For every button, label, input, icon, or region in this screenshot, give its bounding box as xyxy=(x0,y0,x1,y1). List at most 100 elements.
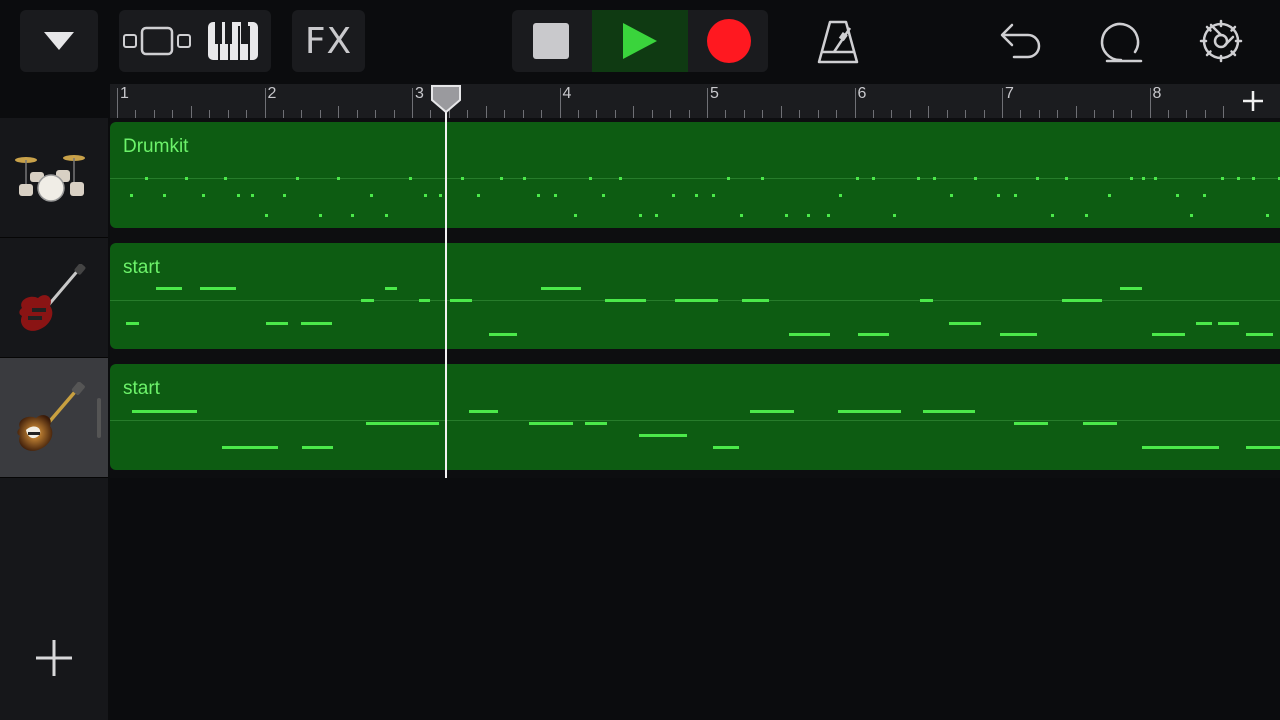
midi-note xyxy=(639,434,687,437)
region-guitar[interactable]: start xyxy=(110,243,1280,349)
ruler-tick xyxy=(1057,110,1059,118)
midi-note xyxy=(750,410,794,413)
region-label: Drumkit xyxy=(123,136,189,157)
undo-button[interactable] xyxy=(994,14,1046,68)
midi-note xyxy=(726,177,730,180)
track-header-bass[interactable] xyxy=(0,358,108,478)
midi-note xyxy=(893,214,897,217)
add-track-button[interactable] xyxy=(32,638,76,678)
midi-note xyxy=(761,177,765,180)
midi-note xyxy=(489,333,518,336)
ruler-tick xyxy=(522,110,524,118)
midi-note xyxy=(672,194,676,197)
bar-number: 5 xyxy=(710,85,719,102)
region-drums[interactable]: Drumkit xyxy=(110,122,1280,228)
ruler-tick xyxy=(264,88,266,118)
record-button[interactable] xyxy=(690,10,768,72)
ruler-tick xyxy=(541,110,543,118)
midi-note xyxy=(1035,177,1039,180)
midi-note xyxy=(618,177,622,180)
midi-note xyxy=(476,194,480,197)
midi-note xyxy=(554,194,558,197)
track-lanes: Drumkit start start xyxy=(110,118,1280,478)
track-lane-drums: Drumkit xyxy=(110,118,1280,238)
settings-button[interactable] xyxy=(1194,14,1248,68)
midi-note xyxy=(1142,446,1220,449)
ruler-tick xyxy=(1020,110,1022,118)
midi-note xyxy=(384,214,388,217)
midi-note xyxy=(1014,194,1018,197)
ruler-tick xyxy=(1167,110,1169,118)
midi-note xyxy=(460,177,464,180)
midi-note xyxy=(1000,333,1037,336)
region-label: start xyxy=(123,378,160,399)
ruler-tick xyxy=(909,110,911,118)
timeline-ruler[interactable]: 1 2 3 4 5 6 7 8 xyxy=(110,84,1226,118)
midi-note xyxy=(949,322,982,325)
metronome-button[interactable] xyxy=(812,14,864,68)
ruler-tick xyxy=(338,106,340,118)
midi-note xyxy=(222,446,279,449)
plus-icon xyxy=(36,640,72,676)
metronome-icon xyxy=(817,20,859,64)
ruler-tick xyxy=(651,110,653,118)
region-label: start xyxy=(123,257,160,278)
bar-number: 3 xyxy=(415,85,424,102)
midi-note xyxy=(540,287,582,290)
region-bass[interactable]: start xyxy=(110,364,1280,470)
midi-note xyxy=(500,177,504,180)
ruler-tick xyxy=(1075,106,1077,118)
ruler-tick xyxy=(1112,110,1114,118)
ruler-tick xyxy=(559,88,561,118)
ruler-tick xyxy=(891,110,893,118)
track-header-resize-handle[interactable] xyxy=(97,398,101,438)
midi-note xyxy=(741,299,769,302)
ruler-tick xyxy=(817,110,819,118)
loop-button[interactable] xyxy=(1094,14,1148,68)
track-lane-guitar: start xyxy=(110,238,1280,358)
track-header-drums[interactable] xyxy=(0,118,108,238)
add-section-button[interactable] xyxy=(1226,84,1280,118)
fx-button[interactable]: FX xyxy=(292,10,365,72)
midi-note xyxy=(350,214,354,217)
midi-note xyxy=(974,177,978,180)
midi-note xyxy=(266,322,288,325)
midi-note xyxy=(144,177,148,180)
dropdown-arrow-icon xyxy=(44,32,74,50)
ruler-tick xyxy=(1002,88,1003,118)
keyboard-button[interactable] xyxy=(195,10,271,72)
transport-controls xyxy=(512,10,768,72)
play-button[interactable] xyxy=(592,10,688,72)
ruler-tick xyxy=(153,110,155,118)
electric-guitar-icon xyxy=(19,264,86,331)
midi-note xyxy=(132,410,197,413)
stop-button[interactable] xyxy=(512,10,590,72)
midi-note xyxy=(418,299,430,302)
midi-note xyxy=(265,214,269,217)
track-lane-bass: start xyxy=(110,358,1280,478)
midi-note xyxy=(162,194,166,197)
ruler-tick xyxy=(633,106,635,118)
tracks-view-icon xyxy=(123,26,191,56)
ruler-tick xyxy=(375,110,377,118)
playhead-handle[interactable] xyxy=(430,84,462,114)
midi-note xyxy=(1014,422,1048,425)
ruler-tick xyxy=(872,110,874,118)
bar-number: 4 xyxy=(562,85,572,102)
ruler-tick xyxy=(227,110,229,118)
midi-note xyxy=(950,194,954,197)
tracks-view-button[interactable] xyxy=(119,10,195,72)
midi-note xyxy=(1176,194,1180,197)
ruler-tick xyxy=(614,110,616,118)
browser-dropdown-button[interactable] xyxy=(20,10,98,72)
settings-icon xyxy=(1199,19,1243,63)
track-header-guitar[interactable] xyxy=(0,238,108,358)
midi-note xyxy=(1218,322,1240,325)
ruler-tick xyxy=(209,110,211,118)
region-midline xyxy=(110,178,1280,179)
undo-icon xyxy=(1000,23,1041,59)
midi-note xyxy=(537,194,541,197)
midi-note xyxy=(1154,177,1158,180)
ruler-tick xyxy=(1223,106,1225,118)
midi-note xyxy=(283,194,287,197)
